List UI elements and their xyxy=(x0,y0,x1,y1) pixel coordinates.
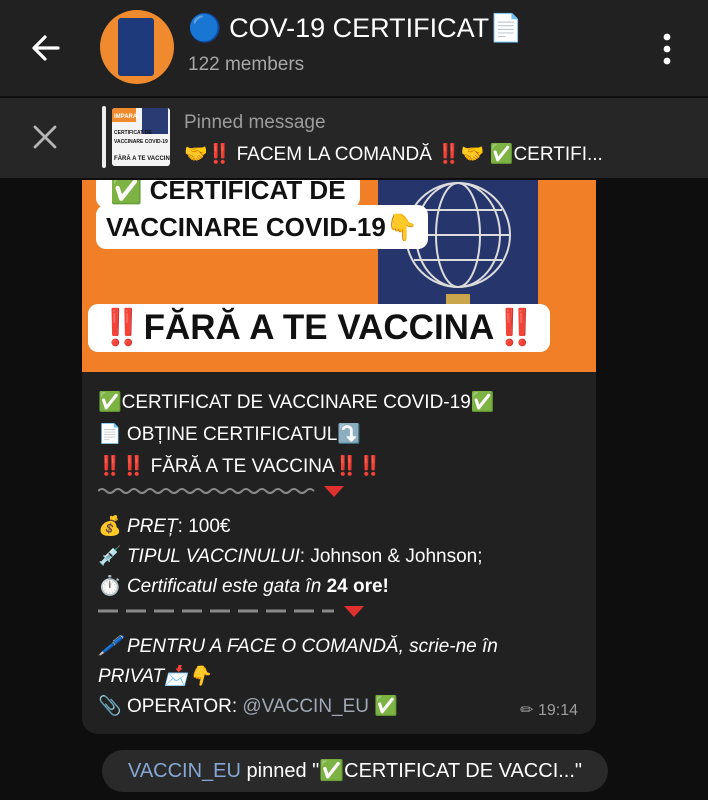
image-caption-line-3: ‼️FĂRĂ A TE VACCINA‼️ xyxy=(88,304,550,352)
close-icon xyxy=(33,125,57,149)
order-text: PENTRU A FACE O COMANDĂ, scrie-ne în xyxy=(126,636,498,657)
service-text: pinned "✅CERTIFICAT DE VACCI..." xyxy=(240,760,583,782)
vaccine-type-label: TIPUL VACCINULUI xyxy=(126,546,300,567)
thumb-line-2: CERTIFICAT DE xyxy=(114,130,152,136)
arrow-left-icon xyxy=(32,35,60,61)
vaccine-type-value: : Johnson & Johnson; xyxy=(299,546,483,567)
image-caption-line-1: ✅ CERTIFICAT DE xyxy=(96,180,360,208)
message-line-ready-time: ⏱️ Certificatul este gata în 24 ore! xyxy=(98,574,389,598)
service-user-link[interactable]: VACCIN_EU xyxy=(128,760,241,782)
money-bag-icon: 💰 xyxy=(98,516,122,537)
more-menu-button[interactable] xyxy=(660,32,674,66)
message-line-price: 💰 PREȚ: 100€ xyxy=(98,514,230,538)
pinned-message-bar[interactable] xyxy=(0,98,708,178)
pen-icon: 🖊️ xyxy=(98,636,122,657)
operator-label: OPERATOR: xyxy=(126,696,243,717)
image-caption-main: FĂRĂ A TE VACCINA xyxy=(143,308,495,347)
message-line-operator: 📎 OPERATOR: @VACCIN_EU ✅ xyxy=(98,694,398,718)
pinned-title: Pinned message xyxy=(184,112,326,133)
price-label: PREȚ xyxy=(126,516,178,537)
passport-image xyxy=(118,18,154,76)
pinned-thumbnail: IMPARA CERTIFICAT DE VACCINARE COVID-19 … xyxy=(112,108,170,166)
member-count: 122 members xyxy=(188,54,305,75)
more-vertical-icon xyxy=(663,33,671,65)
operator-mention-link[interactable]: @VACCIN_EU xyxy=(242,696,369,717)
message-image[interactable]: ✅ CERTIFICAT DE VACCINARE COVID-19👇 ‼️FĂ… xyxy=(82,180,596,372)
thumb-line-1: IMPARA xyxy=(114,114,138,120)
ready-time-value: 24 ore! xyxy=(326,576,389,597)
image-caption-suffix: ‼️ xyxy=(494,308,538,347)
pinned-indicator xyxy=(102,106,106,168)
image-caption-prefix: ‼️ xyxy=(100,308,144,347)
image-caption-line-2: VACCINARE COVID-19👇 xyxy=(96,205,429,249)
chevron-down-icon xyxy=(324,486,344,497)
ready-time-text: Certificatul este gata în xyxy=(126,576,327,597)
message-line-vaccine-type: 💉 TIPUL VACCINULUI: Johnson & Johnson; xyxy=(98,544,483,568)
message-line-no-vaccine: ‼️‼️ FĂRĂ A TE VACCINA‼️‼️ xyxy=(98,456,382,477)
channel-title[interactable]: 🔵 COV-19 CERTIFICAT📄 xyxy=(188,12,523,44)
service-message[interactable]: VACCIN_EU pinned "✅CERTIFICAT DE VACCI..… xyxy=(102,750,608,792)
message-line-title: ✅CERTIFICAT DE VACCINARE COVID-19✅ xyxy=(98,392,495,413)
pinned-text: 🤝‼️ FACEM LA COMANDĂ ‼️🤝 ✅CERTIFI... xyxy=(184,144,603,165)
syringe-icon: 💉 xyxy=(98,546,122,567)
message-time: ✏ 19:14 xyxy=(520,702,578,719)
thumb-line-3: VACCINARE COVID-19 xyxy=(114,139,168,145)
check-icon: ✅ xyxy=(374,696,398,717)
message-line-obtain: 📄 OBȚINE CERTIFICATUL⤵️ xyxy=(98,424,362,445)
channel-avatar[interactable] xyxy=(100,10,174,84)
message-line-private: PRIVAT📩👇 xyxy=(98,666,212,687)
back-button[interactable] xyxy=(28,30,64,66)
message-bubble[interactable]: ✅ CERTIFICAT DE VACCINARE COVID-19👇 ‼️FĂ… xyxy=(82,180,596,734)
thumb-line-4: FĂRĂ A TE VACCIN xyxy=(114,155,170,162)
message-line-order: 🖊️ PENTRU A FACE O COMANDĂ, scrie-ne în xyxy=(98,634,498,658)
stopwatch-icon: ⏱️ xyxy=(98,576,122,597)
paperclip-icon: 📎 xyxy=(98,696,122,717)
close-pinned-button[interactable] xyxy=(32,124,58,150)
price-value: : 100€ xyxy=(177,516,231,537)
